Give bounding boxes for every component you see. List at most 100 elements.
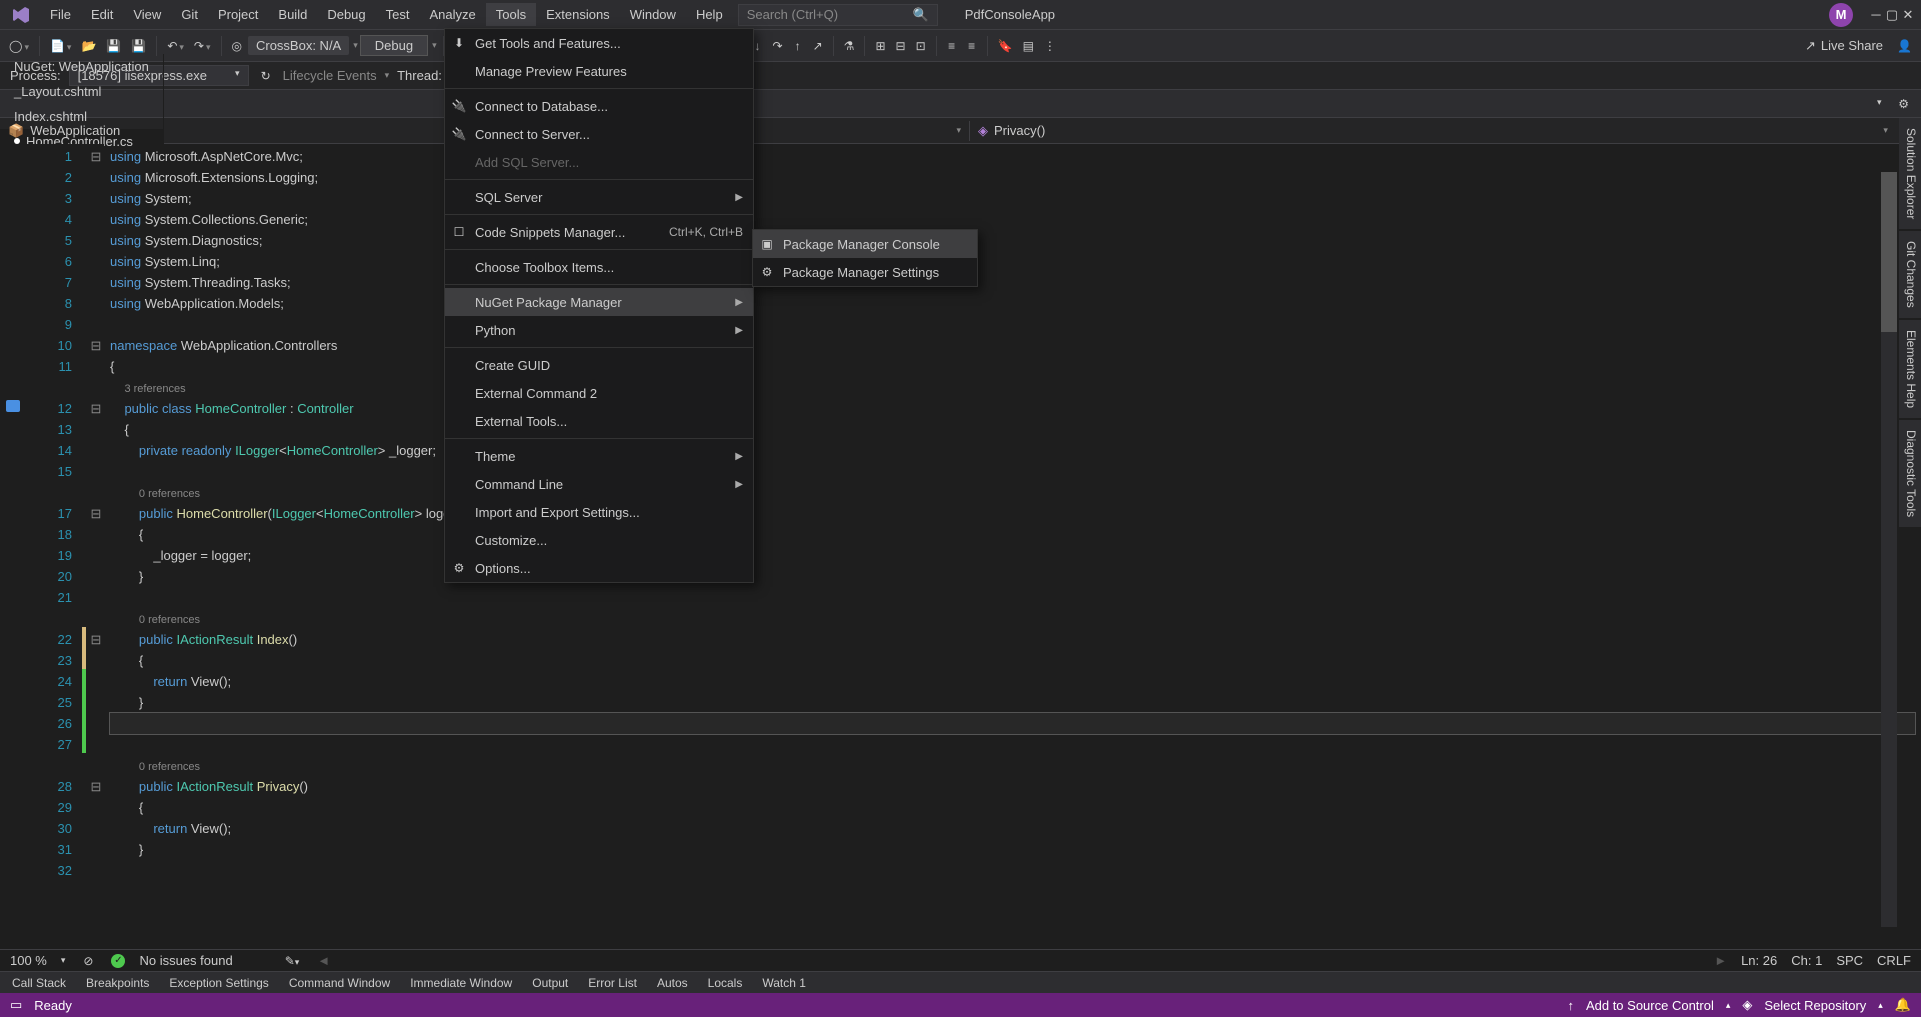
side-panel-tabs: Solution ExplorerGit ChangesElements Hel… <box>1899 118 1921 527</box>
bottom-tab[interactable]: Command Window <box>281 973 398 993</box>
nav-member-dropdown[interactable]: ◈ Privacy() ▾ ⊞ <box>970 118 1921 144</box>
lifecycle-icon[interactable]: ↻ <box>257 65 275 87</box>
side-tab[interactable]: Diagnostic Tools <box>1899 420 1921 527</box>
menu-test[interactable]: Test <box>376 3 420 26</box>
menu-build[interactable]: Build <box>268 3 317 26</box>
bookmark-icon[interactable]: 🔖 <box>994 35 1017 57</box>
menu-analyze[interactable]: Analyze <box>419 3 485 26</box>
tools-menu-item[interactable]: ☐Code Snippets Manager...Ctrl+K, Ctrl+B <box>445 218 753 246</box>
menu-extensions[interactable]: Extensions <box>536 3 620 26</box>
format-icon-2[interactable]: ⊟ <box>892 35 910 57</box>
undo-icon[interactable]: ↶▾ <box>163 35 188 57</box>
tools-menu-item[interactable]: Command Line▶ <box>445 470 753 498</box>
menu-help[interactable]: Help <box>686 3 733 26</box>
format-icon-3[interactable]: ⊡ <box>912 35 930 57</box>
bottom-tab[interactable]: Breakpoints <box>78 973 157 993</box>
scrollbar-thumb[interactable] <box>1881 172 1897 332</box>
notifications-icon[interactable]: 🔔 <box>1895 997 1911 1013</box>
issues-text[interactable]: No issues found <box>139 953 232 968</box>
char-position[interactable]: Ch: 1 <box>1791 953 1822 968</box>
submenu-item[interactable]: ⚙Package Manager Settings <box>753 258 977 286</box>
user-avatar[interactable]: M <box>1829 3 1853 27</box>
submenu-item[interactable]: ▣Package Manager Console <box>753 230 977 258</box>
tools-menu-item[interactable]: External Command 2 <box>445 379 753 407</box>
annotation-icon[interactable]: ▤ <box>1019 35 1038 57</box>
tool-icon-1[interactable]: ⚗ <box>840 35 859 57</box>
menu-tools[interactable]: Tools <box>486 3 536 26</box>
tab-0[interactable]: NuGet: WebApplication <box>0 54 164 79</box>
tab-dropdown-icon[interactable]: ▾ <box>1870 93 1888 115</box>
vertical-scrollbar[interactable] <box>1881 172 1897 927</box>
bottom-tab[interactable]: Error List <box>580 973 645 993</box>
method-icon: ◈ <box>978 123 988 139</box>
tools-menu-item[interactable]: Theme▶ <box>445 442 753 470</box>
bottom-tab[interactable]: Output <box>524 973 576 993</box>
menu-git[interactable]: Git <box>171 3 208 26</box>
tools-menu-item[interactable]: Choose Toolbox Items... <box>445 253 753 281</box>
liveshare-button[interactable]: ↗ Live Share <box>1797 36 1891 56</box>
zoom-level[interactable]: 100 % <box>10 953 47 968</box>
tab-1[interactable]: _Layout.cshtml <box>0 79 164 104</box>
nuget-submenu: ▣Package Manager Console⚙Package Manager… <box>752 229 978 287</box>
menu-debug[interactable]: Debug <box>317 3 375 26</box>
tools-menu-item[interactable]: Import and Export Settings... <box>445 498 753 526</box>
step-icon[interactable]: ↗ <box>809 35 827 57</box>
maximize-button[interactable]: ▢ <box>1884 7 1900 23</box>
search-box[interactable]: Search (Ctrl+Q) 🔍 <box>738 4 938 26</box>
add-source-control-icon: ↑ <box>1567 998 1574 1013</box>
side-tab[interactable]: Elements Help <box>1899 320 1921 418</box>
bottom-tab[interactable]: Watch 1 <box>754 973 814 993</box>
tools-menu-item[interactable]: Create GUID <box>445 351 753 379</box>
indent-icon-2[interactable]: ≡ <box>963 35 981 57</box>
marker-icon[interactable]: ⋮ <box>1040 35 1060 57</box>
tools-menu-item[interactable]: Python▶ <box>445 316 753 344</box>
tools-menu-item[interactable]: ⬇Get Tools and Features... <box>445 29 753 57</box>
bottom-tab[interactable]: Call Stack <box>4 973 74 993</box>
code-area[interactable]: using Microsoft.AspNetCore.Mvc;using Mic… <box>104 144 1921 949</box>
menu-view[interactable]: View <box>123 3 171 26</box>
check-icon: ✓ <box>111 954 125 968</box>
search-placeholder: Search (Ctrl+Q) <box>747 7 838 22</box>
document-tabs: NuGet: WebApplication_Layout.cshtmlIndex… <box>0 90 1921 118</box>
target-icon[interactable]: ◎ <box>228 35 246 57</box>
menu-edit[interactable]: Edit <box>81 3 123 26</box>
bottom-tab[interactable]: Autos <box>649 973 696 993</box>
tools-menu-item[interactable]: 🔌Connect to Server... <box>445 120 753 148</box>
indent-icon-1[interactable]: ≡ <box>943 35 961 57</box>
step-out-icon[interactable]: ↑ <box>789 35 807 57</box>
select-repository[interactable]: Select Repository <box>1764 998 1866 1013</box>
line-ending[interactable]: CRLF <box>1877 953 1911 968</box>
bottom-tab[interactable]: Exception Settings <box>161 973 276 993</box>
tab-settings-icon[interactable]: ⚙ <box>1894 93 1913 115</box>
indent-mode[interactable]: SPC <box>1836 953 1863 968</box>
menu-window[interactable]: Window <box>620 3 686 26</box>
close-button[interactable]: ✕ <box>1900 7 1916 23</box>
bottom-tab[interactable]: Locals <box>700 973 751 993</box>
minimize-button[interactable]: ─ <box>1868 7 1884 23</box>
tools-menu-item[interactable]: External Tools... <box>445 407 753 435</box>
tools-menu-item[interactable]: ⚙Options... <box>445 554 753 582</box>
config-dropdown[interactable]: Debug <box>360 35 428 56</box>
redo-icon[interactable]: ↷▾ <box>190 35 215 57</box>
code-nav-bar: 📦 WebApplication ▾ ◈ Privacy() ▾ ⊞ <box>0 118 1921 144</box>
menu-project[interactable]: Project <box>208 3 268 26</box>
side-tab[interactable]: Solution Explorer <box>1899 118 1921 229</box>
bottom-tab[interactable]: Immediate Window <box>402 973 520 993</box>
pen-icon[interactable]: ✎▾ <box>281 950 304 972</box>
health-icon[interactable]: ⊘ <box>79 950 97 972</box>
step-over-icon[interactable]: ↷ <box>769 35 787 57</box>
status-bar: ▭ Ready ↑ Add to Source Control ▴ ◈ Sele… <box>0 993 1921 1017</box>
account-icon[interactable]: 👤 <box>1893 35 1916 57</box>
tools-menu-item[interactable]: NuGet Package Manager▶ <box>445 288 753 316</box>
tools-menu-item[interactable]: 🔌Connect to Database... <box>445 92 753 120</box>
lifecycle-label: Lifecycle Events <box>283 68 377 83</box>
format-icon-1[interactable]: ⊞ <box>871 35 889 57</box>
tools-menu-item[interactable]: Customize... <box>445 526 753 554</box>
line-position[interactable]: Ln: 26 <box>1741 953 1777 968</box>
tools-menu-item[interactable]: Manage Preview Features <box>445 57 753 85</box>
crossbox-dropdown[interactable]: CrossBox: N/A <box>248 36 349 55</box>
menu-file[interactable]: File <box>40 3 81 26</box>
side-tab[interactable]: Git Changes <box>1899 231 1921 318</box>
tools-menu-item[interactable]: SQL Server▶ <box>445 183 753 211</box>
add-source-control[interactable]: Add to Source Control <box>1586 998 1714 1013</box>
